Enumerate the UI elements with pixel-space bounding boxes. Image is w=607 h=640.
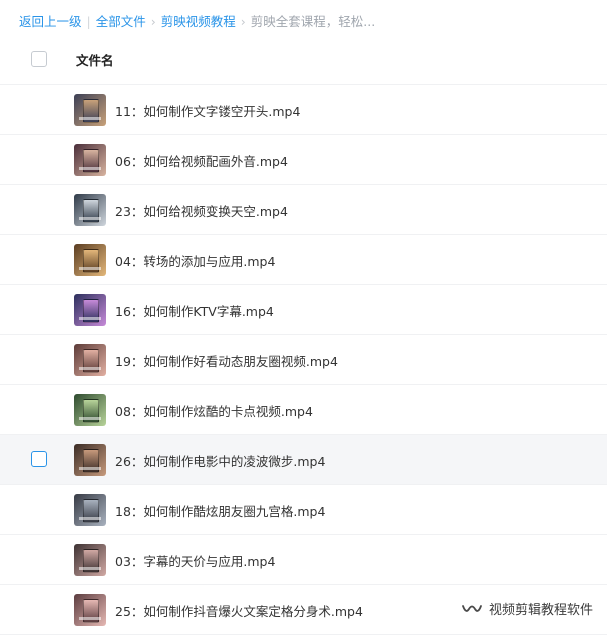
- watermark-text: 视频剪辑教程软件: [488, 603, 593, 618]
- file-name[interactable]: 03：字幕的天价与应用.mp4: [115, 551, 275, 570]
- file-name[interactable]: 08：如何制作炫酷的卡点视频.mp4: [115, 401, 313, 420]
- file-list-header: 文件名: [0, 35, 607, 85]
- video-thumbnail[interactable]: [74, 244, 106, 276]
- breadcrumb-all-files-link[interactable]: 全部文件: [96, 14, 146, 29]
- file-name[interactable]: 26：如何制作电影中的凌波微步.mp4: [115, 451, 325, 470]
- video-thumbnail[interactable]: [74, 344, 106, 376]
- video-thumbnail[interactable]: [74, 494, 106, 526]
- video-thumbnail[interactable]: [74, 594, 106, 626]
- file-row[interactable]: 06：如何给视频配画外音.mp4: [0, 135, 607, 185]
- video-thumbnail[interactable]: [74, 94, 106, 126]
- chevron-right-icon: ›: [150, 14, 156, 29]
- watermark: 视频剪辑教程软件: [461, 599, 593, 618]
- file-row[interactable]: 16：如何制作KTV字幕.mp4: [0, 285, 607, 335]
- video-thumbnail[interactable]: [74, 394, 106, 426]
- file-name[interactable]: 25：如何制作抖音爆火文案定格分身术.mp4: [115, 601, 363, 620]
- row-checkbox[interactable]: [31, 451, 47, 467]
- file-row[interactable]: 11：如何制作文字镂空开头.mp4: [0, 85, 607, 135]
- file-row[interactable]: 23：如何给视频变换天空.mp4: [0, 185, 607, 235]
- file-row[interactable]: 19：如何制作好看动态朋友圈视频.mp4: [0, 335, 607, 385]
- file-list: 11：如何制作文字镂空开头.mp4 06：如何给视频配画外音.mp4 23：如何给视…: [0, 85, 607, 635]
- file-row[interactable]: 26：如何制作电影中的凌波微步.mp4: [0, 435, 607, 485]
- column-header-filename[interactable]: 文件名: [76, 50, 114, 69]
- file-row[interactable]: 03：字幕的天价与应用.mp4: [0, 535, 607, 585]
- file-name[interactable]: 16：如何制作KTV字幕.mp4: [115, 301, 274, 320]
- file-name[interactable]: 19：如何制作好看动态朋友圈视频.mp4: [115, 351, 338, 370]
- video-thumbnail[interactable]: [74, 294, 106, 326]
- video-thumbnail[interactable]: [74, 194, 106, 226]
- breadcrumb-back-link[interactable]: 返回上一级: [19, 14, 82, 29]
- file-name[interactable]: 11：如何制作文字镂空开头.mp4: [115, 101, 300, 120]
- wechat-channel-icon: [462, 604, 482, 612]
- breadcrumb-folder-link[interactable]: 剪映视频教程: [161, 14, 236, 29]
- file-name[interactable]: 04：转场的添加与应用.mp4: [115, 251, 275, 270]
- video-thumbnail[interactable]: [74, 444, 106, 476]
- video-thumbnail[interactable]: [74, 544, 106, 576]
- file-name[interactable]: 06：如何给视频配画外音.mp4: [115, 151, 288, 170]
- file-row[interactable]: 18：如何制作酷炫朋友圈九宫格.mp4: [0, 485, 607, 535]
- video-thumbnail[interactable]: [74, 144, 106, 176]
- select-all-checkbox[interactable]: [31, 51, 47, 67]
- file-name[interactable]: 18：如何制作酷炫朋友圈九宫格.mp4: [115, 501, 325, 520]
- breadcrumb-divider: |: [86, 14, 91, 29]
- breadcrumb-current: 剪映全套课程，轻松...: [250, 14, 376, 29]
- breadcrumb: 返回上一级 | 全部文件 › 剪映视频教程 › 剪映全套课程，轻松...: [19, 13, 375, 31]
- chevron-right-icon: ›: [240, 14, 246, 29]
- file-name[interactable]: 23：如何给视频变换天空.mp4: [115, 201, 288, 220]
- file-row[interactable]: 04：转场的添加与应用.mp4: [0, 235, 607, 285]
- file-row[interactable]: 08：如何制作炫酷的卡点视频.mp4: [0, 385, 607, 435]
